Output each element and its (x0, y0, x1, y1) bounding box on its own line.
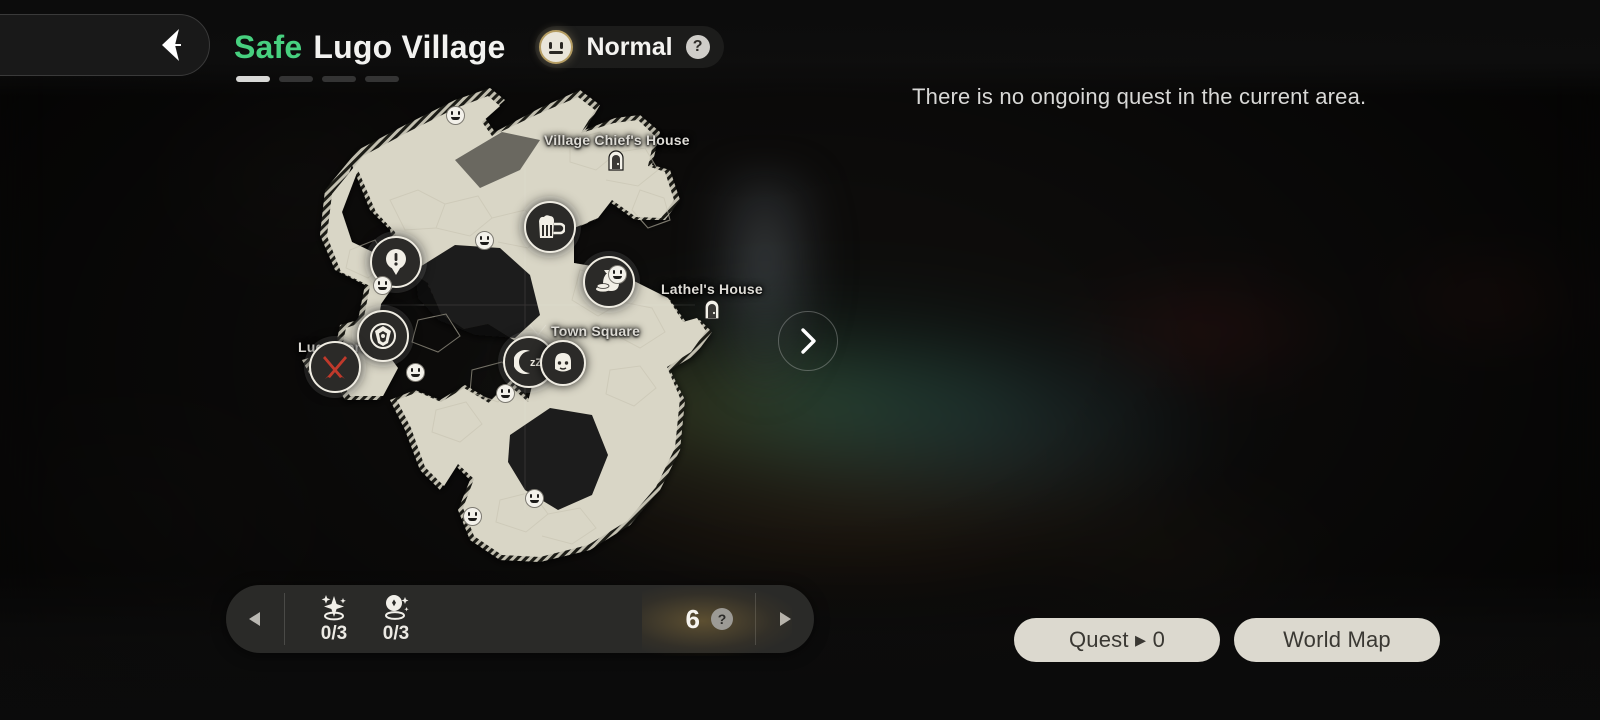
face-mouth (549, 51, 564, 54)
difficulty-label: Normal (586, 32, 673, 61)
npc-marker[interactable] (406, 363, 425, 382)
merchant-marker[interactable] (583, 256, 635, 308)
crossed-swords-icon (323, 356, 347, 379)
area-map[interactable]: Village Chief's House Lathel's House Tow… (240, 70, 800, 570)
door-icon[interactable] (606, 148, 626, 172)
sparkle-counter[interactable]: 0/3 (317, 593, 351, 645)
next-area-button[interactable] (778, 311, 838, 371)
chevron-right-icon (801, 328, 816, 354)
action-buttons: Quest ▸ 0 World Map (1014, 618, 1440, 662)
difficulty-help-icon[interactable]: ? (685, 35, 710, 59)
tavern-marker[interactable] (524, 201, 576, 253)
difficulty-badge[interactable]: Normal ? (535, 26, 724, 68)
toolbar-total-group: 6 ? (641, 585, 793, 656)
toolbar-prev-button[interactable] (226, 585, 284, 653)
sparkle-counter-value: 0/3 (320, 623, 348, 644)
neutral-face-icon (539, 30, 574, 64)
sparkle-star-icon (321, 595, 346, 621)
chevron-left-icon (162, 29, 181, 61)
character-portrait-icon (555, 353, 571, 372)
npc-marker[interactable] (373, 276, 392, 295)
toolbar-total-count: 6 (685, 603, 700, 634)
crest-icon (370, 323, 396, 349)
discovery-counter[interactable]: 0/3 (379, 593, 413, 645)
discovery-counter-value: 0/3 (382, 623, 410, 644)
area-map-screen: Safe Lugo Village Normal ? There is no o… (0, 0, 1600, 720)
npc-marker[interactable] (525, 489, 544, 508)
toolbar-counters: 0/3 0/3 (285, 593, 413, 645)
sparkle-location-icon (385, 595, 409, 620)
npc-marker[interactable] (463, 507, 482, 526)
label-town-square: Town Square (551, 323, 641, 339)
triangle-left-icon (249, 612, 260, 626)
toolbar-help-icon[interactable]: ? (711, 608, 733, 630)
npc-marker[interactable] (608, 265, 627, 284)
quest-button[interactable]: Quest ▸ 0 (1014, 618, 1220, 662)
page-title: Lugo Village (313, 28, 506, 65)
label-lathels-house: Lathel's House (661, 281, 763, 297)
back-button[interactable] (0, 14, 210, 76)
area-header: Safe Lugo Village Normal ? (234, 26, 724, 68)
exclamation-pin-icon (386, 249, 406, 275)
triangle-right-icon (780, 612, 791, 626)
quest-status-text: There is no ongoing quest in the current… (912, 84, 1367, 109)
npc-marker[interactable] (496, 384, 515, 403)
world-map-button[interactable]: World Map (1234, 618, 1440, 662)
npc-marker[interactable] (446, 106, 465, 125)
npc-marker[interactable] (475, 231, 494, 250)
toolbar-next-button[interactable] (756, 585, 814, 653)
label-village-chiefs-house: Village Chief's House (544, 132, 690, 148)
map-filter-toolbar: 0/3 0/3 6 ? (226, 585, 814, 656)
guild-crest-marker[interactable] (357, 310, 409, 362)
combat-zone-marker[interactable] (309, 341, 361, 393)
door-icon[interactable] (702, 297, 722, 321)
beer-mug-icon (539, 215, 565, 238)
npc-portrait-marker[interactable] (540, 340, 586, 386)
safety-status-label: Safe (234, 28, 303, 65)
